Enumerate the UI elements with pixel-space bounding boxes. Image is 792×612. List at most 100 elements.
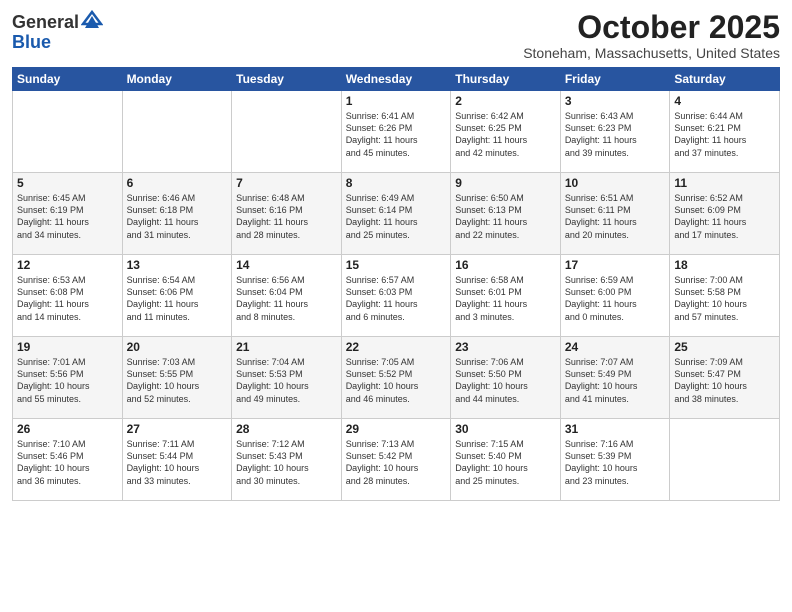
calendar-cell: 7Sunrise: 6:48 AM Sunset: 6:16 PM Daylig…: [232, 173, 342, 255]
weekday-header-tuesday: Tuesday: [232, 68, 342, 91]
day-number: 31: [565, 422, 666, 436]
calendar-cell: [670, 419, 780, 501]
location: Stoneham, Massachusetts, United States: [523, 45, 780, 61]
day-number: 18: [674, 258, 775, 272]
day-info: Sunrise: 7:00 AM Sunset: 5:58 PM Dayligh…: [674, 274, 775, 323]
weekday-header-monday: Monday: [122, 68, 232, 91]
calendar-cell: 6 Sunrise: 6:46 AM Sunset: 6:18 PM Daylig…: [122, 173, 232, 255]
day-info: Sunrise: 6:42 AM Sunset: 6:25 PM Dayligh…: [455, 110, 556, 159]
calendar-cell: 3 Sunrise: 6:43 AM Sunset: 6:23 PM Daylig…: [560, 91, 670, 173]
day-number: 19: [17, 340, 118, 354]
day-info: Sunrise: 6:41 AM Sunset: 6:26 PM Dayligh…: [346, 110, 447, 159]
calendar-cell: 9 Sunrise: 6:50 AM Sunset: 6:13 PM Daylig…: [451, 173, 561, 255]
day-number: 2: [455, 94, 556, 108]
day-info: Sunrise: 6:43 AM Sunset: 6:23 PM Dayligh…: [565, 110, 666, 159]
calendar-cell: 14 Sunrise: 6:56 AM Sunset: 6:04 PM Dayli…: [232, 255, 342, 337]
page-container: General Blue October 2025 Stoneham, Mass…: [0, 0, 792, 612]
calendar-cell: 5Sunrise: 6:45 AM Sunset: 6:19 PM Daylig…: [13, 173, 123, 255]
calendar-cell: 15 Sunrise: 6:57 AM Sunset: 6:03 PM Dayli…: [341, 255, 451, 337]
day-info: Sunrise: 6:49 AM Sunset: 6:14 PM Dayligh…: [346, 192, 447, 241]
calendar-cell: 18 Sunrise: 7:00 AM Sunset: 5:58 PM Dayli…: [670, 255, 780, 337]
weekday-header-row: SundayMondayTuesdayWednesdayThursdayFrid…: [13, 68, 780, 91]
day-number: 8: [346, 176, 447, 190]
day-number: 16: [455, 258, 556, 272]
day-number: 22: [346, 340, 447, 354]
calendar-cell: 19Sunrise: 7:01 AM Sunset: 5:56 PM Dayli…: [13, 337, 123, 419]
day-number: 23: [455, 340, 556, 354]
day-info: Sunrise: 7:04 AM Sunset: 5:53 PM Dayligh…: [236, 356, 337, 405]
calendar-cell: 8 Sunrise: 6:49 AM Sunset: 6:14 PM Daylig…: [341, 173, 451, 255]
calendar-cell: 22 Sunrise: 7:05 AM Sunset: 5:52 PM Dayli…: [341, 337, 451, 419]
calendar-cell: 13 Sunrise: 6:54 AM Sunset: 6:06 PM Dayli…: [122, 255, 232, 337]
week-row-3: 12Sunrise: 6:53 AM Sunset: 6:08 PM Dayli…: [13, 255, 780, 337]
day-number: 10: [565, 176, 666, 190]
calendar-cell: 12Sunrise: 6:53 AM Sunset: 6:08 PM Dayli…: [13, 255, 123, 337]
calendar-cell: 4 Sunrise: 6:44 AM Sunset: 6:21 PM Daylig…: [670, 91, 780, 173]
calendar-cell: 17 Sunrise: 6:59 AM Sunset: 6:00 PM Dayli…: [560, 255, 670, 337]
day-number: 21: [236, 340, 337, 354]
calendar-cell: 26 Sunrise: 7:10 AM Sunset: 5:46 PM Dayli…: [13, 419, 123, 501]
weekday-header-wednesday: Wednesday: [341, 68, 451, 91]
calendar-cell: 29 Sunrise: 7:13 AM Sunset: 5:42 PM Dayli…: [341, 419, 451, 501]
day-number: 20: [127, 340, 228, 354]
day-info: Sunrise: 7:16 AM Sunset: 5:39 PM Dayligh…: [565, 438, 666, 487]
calendar-cell: 11 Sunrise: 6:52 AM Sunset: 6:09 PM Dayli…: [670, 173, 780, 255]
day-number: 25: [674, 340, 775, 354]
calendar-cell: 21 Sunrise: 7:04 AM Sunset: 5:53 PM Dayli…: [232, 337, 342, 419]
day-info: Sunrise: 6:50 AM Sunset: 6:13 PM Dayligh…: [455, 192, 556, 241]
month-title: October 2025: [523, 10, 780, 45]
day-info: Sunrise: 6:45 AM Sunset: 6:19 PM Dayligh…: [17, 192, 118, 241]
day-info: Sunrise: 6:57 AM Sunset: 6:03 PM Dayligh…: [346, 274, 447, 323]
calendar-cell: 16 Sunrise: 6:58 AM Sunset: 6:01 PM Dayli…: [451, 255, 561, 337]
calendar-cell: [232, 91, 342, 173]
logo-blue-text: Blue: [12, 32, 51, 52]
calendar-cell: 28Sunrise: 7:12 AM Sunset: 5:43 PM Dayli…: [232, 419, 342, 501]
week-row-4: 19Sunrise: 7:01 AM Sunset: 5:56 PM Dayli…: [13, 337, 780, 419]
day-number: 7: [236, 176, 337, 190]
day-info: Sunrise: 7:09 AM Sunset: 5:47 PM Dayligh…: [674, 356, 775, 405]
weekday-header-saturday: Saturday: [670, 68, 780, 91]
day-number: 13: [127, 258, 228, 272]
day-number: 1: [346, 94, 447, 108]
day-info: Sunrise: 7:07 AM Sunset: 5:49 PM Dayligh…: [565, 356, 666, 405]
day-info: Sunrise: 7:10 AM Sunset: 5:46 PM Dayligh…: [17, 438, 118, 487]
day-number: 27: [127, 422, 228, 436]
day-number: 9: [455, 176, 556, 190]
week-row-1: 1 Sunrise: 6:41 AM Sunset: 6:26 PM Daylig…: [13, 91, 780, 173]
calendar-cell: 24Sunrise: 7:07 AM Sunset: 5:49 PM Dayli…: [560, 337, 670, 419]
header: General Blue October 2025 Stoneham, Mass…: [12, 10, 780, 61]
calendar-cell: 10Sunrise: 6:51 AM Sunset: 6:11 PM Dayli…: [560, 173, 670, 255]
day-number: 15: [346, 258, 447, 272]
day-number: 11: [674, 176, 775, 190]
calendar-cell: 31 Sunrise: 7:16 AM Sunset: 5:39 PM Dayli…: [560, 419, 670, 501]
calendar-cell: [13, 91, 123, 173]
day-info: Sunrise: 7:05 AM Sunset: 5:52 PM Dayligh…: [346, 356, 447, 405]
day-number: 4: [674, 94, 775, 108]
week-row-5: 26 Sunrise: 7:10 AM Sunset: 5:46 PM Dayli…: [13, 419, 780, 501]
day-number: 3: [565, 94, 666, 108]
calendar-cell: 27Sunrise: 7:11 AM Sunset: 5:44 PM Dayli…: [122, 419, 232, 501]
day-number: 26: [17, 422, 118, 436]
day-info: Sunrise: 6:59 AM Sunset: 6:00 PM Dayligh…: [565, 274, 666, 323]
day-info: Sunrise: 6:58 AM Sunset: 6:01 PM Dayligh…: [455, 274, 556, 323]
day-number: 29: [346, 422, 447, 436]
week-row-2: 5Sunrise: 6:45 AM Sunset: 6:19 PM Daylig…: [13, 173, 780, 255]
day-info: Sunrise: 6:56 AM Sunset: 6:04 PM Dayligh…: [236, 274, 337, 323]
day-number: 17: [565, 258, 666, 272]
day-info: Sunrise: 6:44 AM Sunset: 6:21 PM Dayligh…: [674, 110, 775, 159]
calendar-cell: 23Sunrise: 7:06 AM Sunset: 5:50 PM Dayli…: [451, 337, 561, 419]
day-number: 6: [127, 176, 228, 190]
calendar-cell: 2 Sunrise: 6:42 AM Sunset: 6:25 PM Daylig…: [451, 91, 561, 173]
day-number: 14: [236, 258, 337, 272]
day-info: Sunrise: 7:12 AM Sunset: 5:43 PM Dayligh…: [236, 438, 337, 487]
calendar-cell: [122, 91, 232, 173]
day-info: Sunrise: 6:46 AM Sunset: 6:18 PM Dayligh…: [127, 192, 228, 241]
calendar-cell: 1 Sunrise: 6:41 AM Sunset: 6:26 PM Daylig…: [341, 91, 451, 173]
day-info: Sunrise: 6:54 AM Sunset: 6:06 PM Dayligh…: [127, 274, 228, 323]
day-info: Sunrise: 6:52 AM Sunset: 6:09 PM Dayligh…: [674, 192, 775, 241]
day-info: Sunrise: 7:03 AM Sunset: 5:55 PM Dayligh…: [127, 356, 228, 405]
day-info: Sunrise: 7:13 AM Sunset: 5:42 PM Dayligh…: [346, 438, 447, 487]
day-number: 30: [455, 422, 556, 436]
logo-icon: [81, 10, 103, 28]
calendar-cell: 20 Sunrise: 7:03 AM Sunset: 5:55 PM Dayli…: [122, 337, 232, 419]
